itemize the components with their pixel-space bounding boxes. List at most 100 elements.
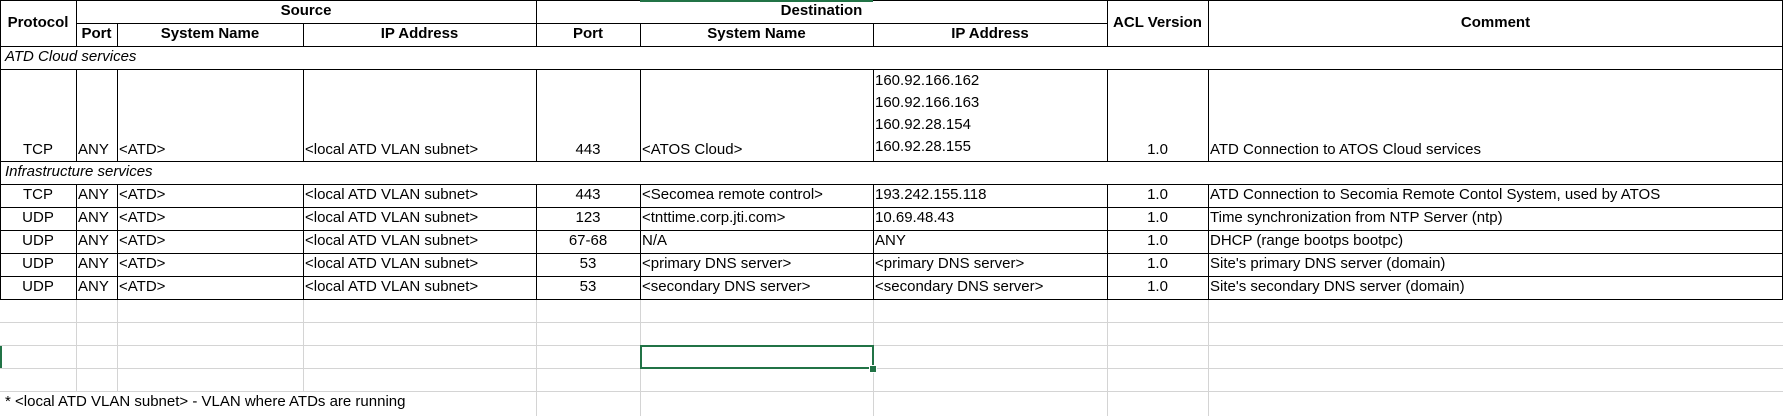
border-row	[0, 230, 1783, 231]
header-source-group[interactable]: Source	[76, 0, 536, 23]
destination-port-cell[interactable]: 53	[536, 253, 640, 276]
source-port-cell[interactable]: ANY	[76, 230, 117, 253]
comment-cell[interactable]: ATD Connection to Secomia Remote Contol …	[1208, 184, 1783, 207]
fill-handle[interactable]	[869, 365, 877, 373]
cloud-comment-cell[interactable]: ATD Connection to ATOS Cloud services	[1208, 69, 1783, 161]
source-port-cell[interactable]: ANY	[76, 276, 117, 299]
destination-port-cell[interactable]: 67-68	[536, 230, 640, 253]
source-system-cell[interactable]: <ATD>	[117, 230, 303, 253]
destination-system-cell[interactable]: N/A	[640, 230, 873, 253]
gridline	[1208, 300, 1209, 416]
comment-cell[interactable]: Site's secondary DNS server (domain)	[1208, 276, 1783, 299]
column-header-highlight	[640, 0, 873, 2]
header-acl-version[interactable]: ACL Version	[1107, 0, 1208, 46]
source-system-cell[interactable]: <ATD>	[117, 207, 303, 230]
cloud-acl-version-cell[interactable]: 1.0	[1107, 69, 1208, 161]
comment-cell[interactable]: Time synchronization from NTP Server (nt…	[1208, 207, 1783, 230]
spreadsheet-grid: Protocol Source Destination ACL Version …	[0, 0, 1783, 416]
header-source-system-name[interactable]: System Name	[117, 23, 303, 46]
border-col	[76, 0, 77, 46]
acl-version-cell[interactable]: 1.0	[1107, 276, 1208, 299]
source-ip-cell[interactable]: <local ATD VLAN subnet>	[303, 253, 536, 276]
acl-version-cell[interactable]: 1.0	[1107, 253, 1208, 276]
source-ip-cell[interactable]: <local ATD VLAN subnet>	[303, 276, 536, 299]
header-source-port[interactable]: Port	[76, 23, 117, 46]
source-ip-cell[interactable]: <local ATD VLAN subnet>	[303, 207, 536, 230]
border-col	[1107, 0, 1108, 46]
source-system-cell[interactable]: <ATD>	[117, 184, 303, 207]
header-destination-ip-address[interactable]: IP Address	[873, 23, 1107, 46]
destination-system-cell[interactable]: <secondary DNS server>	[640, 276, 873, 299]
border-cloud-row	[0, 161, 1783, 162]
ip-address-line: 160.92.28.155	[875, 138, 971, 155]
section-label-cloud[interactable]: ATD Cloud services	[3, 46, 603, 69]
border-header-sub	[76, 23, 1107, 24]
source-port-cell[interactable]: ANY	[76, 184, 117, 207]
border-col	[536, 69, 537, 161]
destination-ip-cell[interactable]: 10.69.48.43	[873, 207, 1107, 230]
border-header-bottom	[0, 46, 1783, 47]
header-source-ip-address[interactable]: IP Address	[303, 23, 536, 46]
border-top	[0, 0, 1783, 1]
protocol-cell[interactable]: UDP	[0, 276, 76, 299]
border-col	[1107, 184, 1108, 300]
selected-cell[interactable]	[640, 345, 874, 369]
gridline	[117, 300, 118, 391]
cloud-source-ip-cell[interactable]: <local ATD VLAN subnet>	[303, 69, 536, 161]
destination-port-cell[interactable]: 123	[536, 207, 640, 230]
source-port-cell[interactable]: ANY	[76, 253, 117, 276]
border-col	[76, 184, 77, 300]
header-comment[interactable]: Comment	[1208, 0, 1783, 46]
destination-ip-cell[interactable]: 193.242.155.118	[873, 184, 1107, 207]
destination-ip-cell[interactable]: ANY	[873, 230, 1107, 253]
cloud-destination-port-cell[interactable]: 443	[536, 69, 640, 161]
gridline	[1107, 300, 1108, 416]
border-col	[0, 0, 1, 300]
cloud-source-system-cell[interactable]: <ATD>	[117, 69, 303, 161]
protocol-cell[interactable]: UDP	[0, 207, 76, 230]
acl-version-cell[interactable]: 1.0	[1107, 184, 1208, 207]
destination-port-cell[interactable]: 443	[536, 184, 640, 207]
destination-system-cell[interactable]: <Secomea remote control>	[640, 184, 873, 207]
source-port-cell[interactable]: ANY	[76, 207, 117, 230]
protocol-cell[interactable]: UDP	[0, 253, 76, 276]
border-section-cloud	[0, 69, 1783, 70]
protocol-cell[interactable]: TCP	[0, 184, 76, 207]
cloud-source-port-cell[interactable]: ANY	[76, 69, 117, 161]
border-row	[0, 207, 1783, 208]
source-ip-cell[interactable]: <local ATD VLAN subnet>	[303, 230, 536, 253]
comment-cell[interactable]: DHCP (range bootps bootpc)	[1208, 230, 1783, 253]
source-ip-cell[interactable]: <local ATD VLAN subnet>	[303, 184, 536, 207]
protocol-cell[interactable]: UDP	[0, 230, 76, 253]
destination-ip-cell[interactable]: <secondary DNS server>	[873, 276, 1107, 299]
cloud-destination-system-cell[interactable]: <ATOS Cloud>	[640, 69, 873, 161]
gridline	[0, 345, 1783, 346]
gridline	[76, 300, 77, 391]
header-destination-system-name[interactable]: System Name	[640, 23, 873, 46]
header-protocol[interactable]: Protocol	[0, 0, 76, 46]
border-row	[0, 253, 1783, 254]
border-table-bottom	[0, 299, 1783, 300]
comment-cell[interactable]: Site's primary DNS server (domain)	[1208, 253, 1783, 276]
border-col	[76, 69, 77, 161]
destination-system-cell[interactable]: <tnttime.corp.jti.com>	[640, 207, 873, 230]
border-col	[1107, 69, 1108, 161]
cloud-protocol-cell[interactable]: TCP	[0, 69, 76, 161]
section-label-infrastructure[interactable]: Infrastructure services	[3, 161, 603, 184]
header-destination-port[interactable]: Port	[536, 23, 640, 46]
acl-version-cell[interactable]: 1.0	[1107, 207, 1208, 230]
cloud-destination-ip-cell[interactable]: 160.92.166.162 160.92.166.163 160.92.28.…	[873, 69, 1107, 161]
footnote[interactable]: * <local ATD VLAN subnet> - VLAN where A…	[3, 391, 603, 415]
border-col	[536, 0, 537, 46]
destination-system-cell[interactable]: <primary DNS server>	[640, 253, 873, 276]
ip-address-line: 160.92.166.163	[875, 94, 980, 111]
border-col	[873, 23, 874, 46]
source-system-cell[interactable]: <ATD>	[117, 253, 303, 276]
header-destination-group[interactable]: Destination	[536, 0, 1107, 23]
border-col	[303, 23, 304, 46]
destination-ip-cell[interactable]: <primary DNS server>	[873, 253, 1107, 276]
acl-version-cell[interactable]: 1.0	[1107, 230, 1208, 253]
destination-port-cell[interactable]: 53	[536, 276, 640, 299]
border-col	[640, 69, 641, 161]
source-system-cell[interactable]: <ATD>	[117, 276, 303, 299]
